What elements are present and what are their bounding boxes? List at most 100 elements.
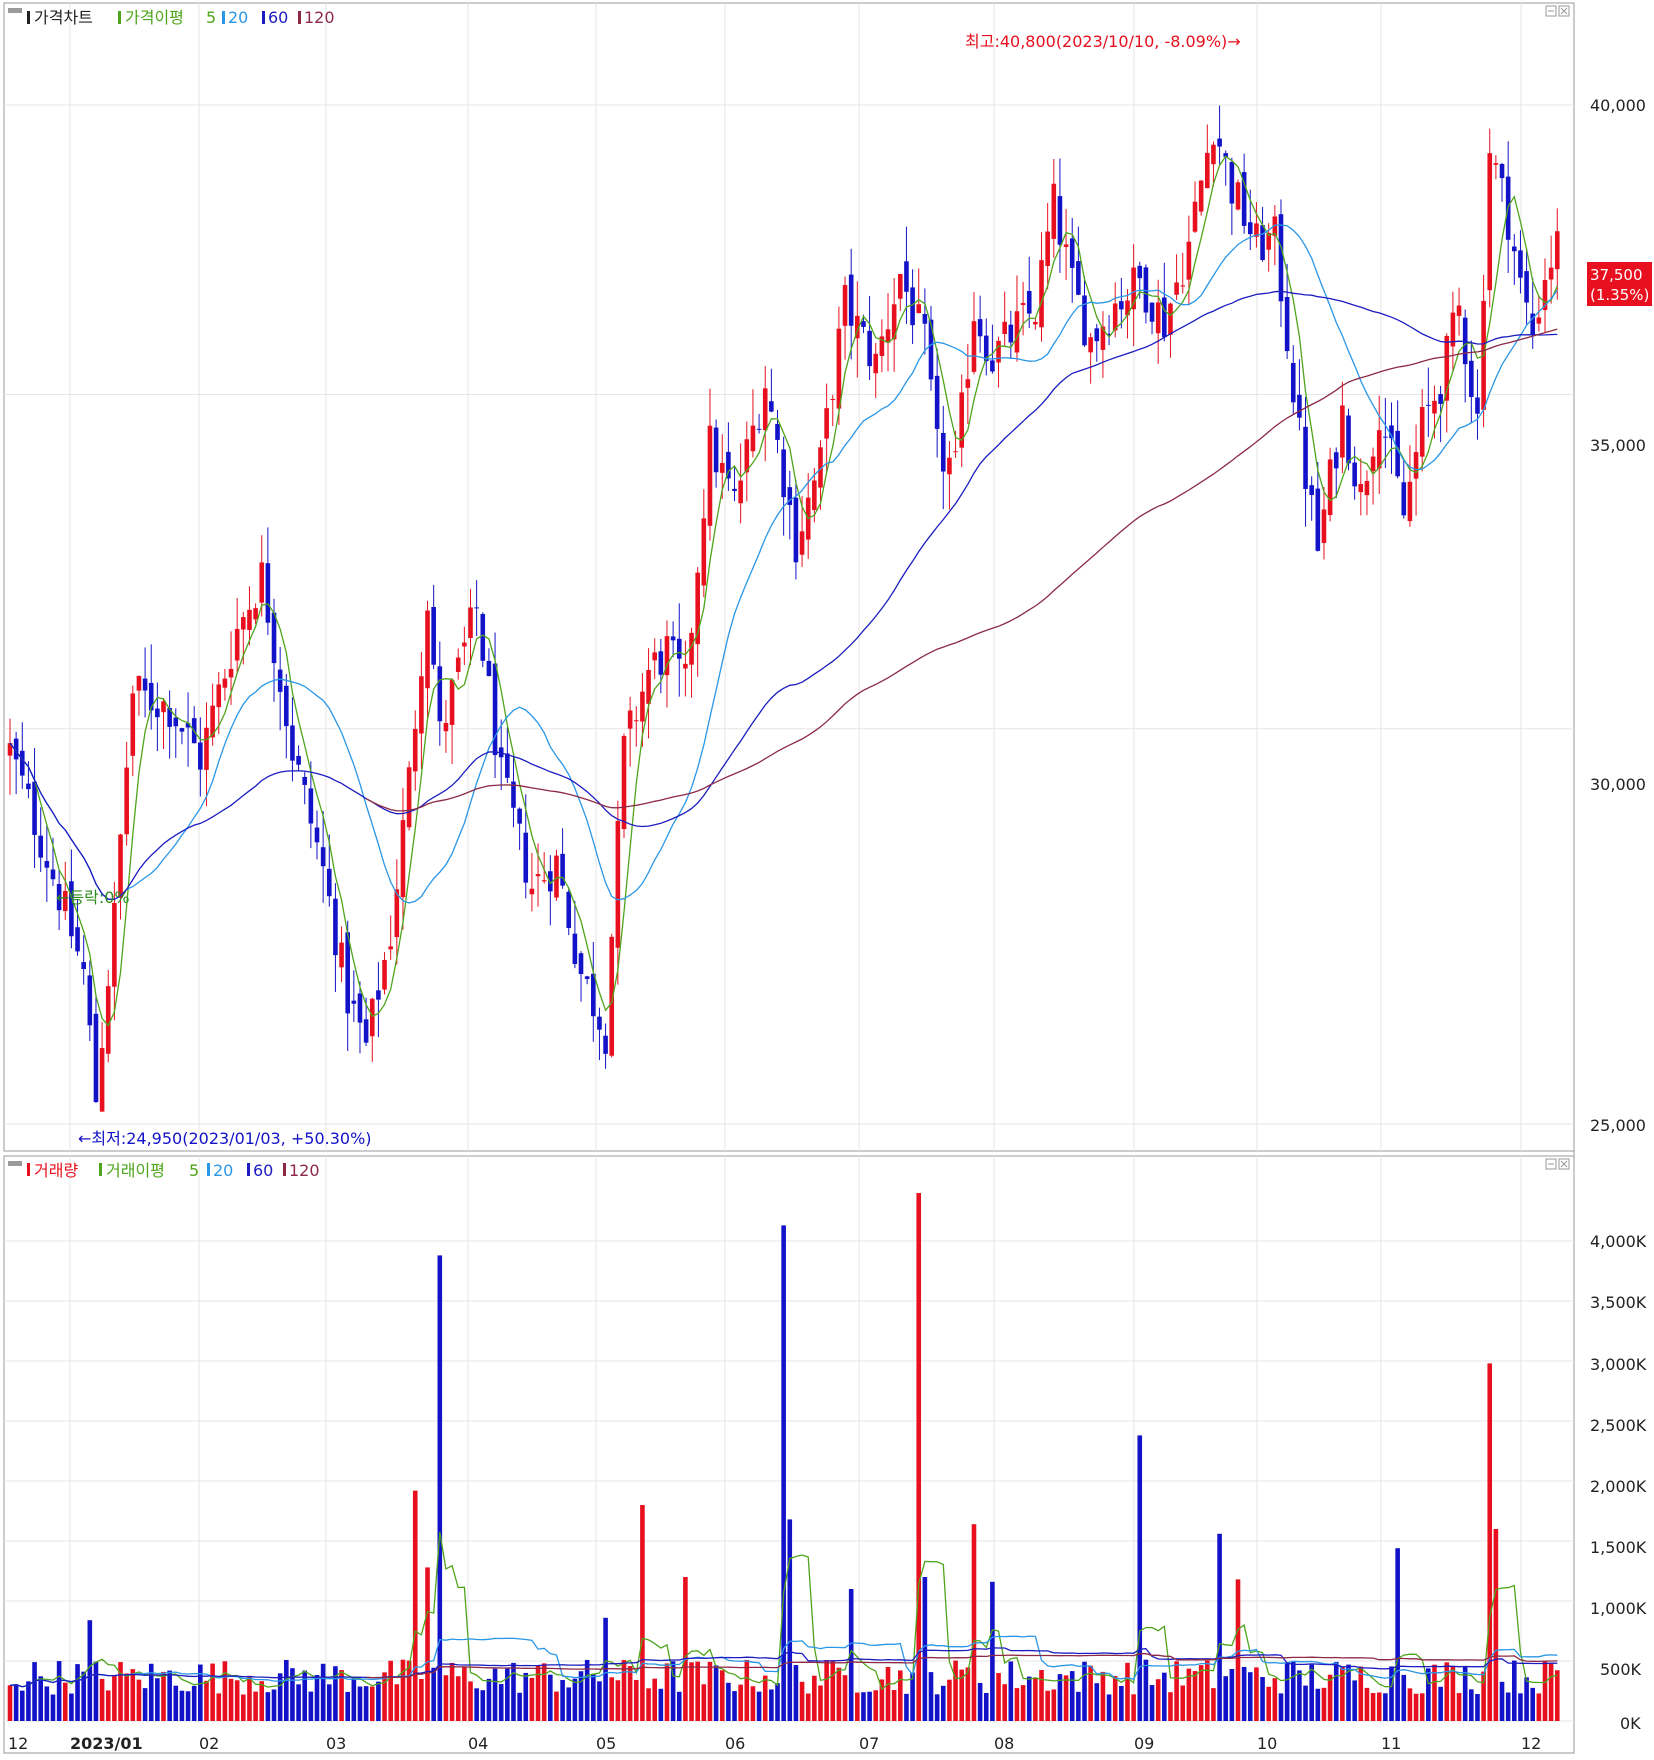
- candle-body: [996, 340, 1001, 363]
- candle-body: [1364, 481, 1370, 496]
- candle-body: [474, 607, 479, 609]
- candle-body: [75, 927, 80, 952]
- volume-bar: [1548, 1663, 1554, 1721]
- y-tick-25000: 25,000: [1590, 1116, 1646, 1135]
- x-label-dec23: 12: [1521, 1734, 1541, 1753]
- volume-bar: [818, 1685, 823, 1721]
- volume-bar: [468, 1681, 473, 1721]
- candle-body: [87, 975, 93, 1026]
- stock-chart[interactable]: 가격차트 가격이평 5 20 60 120 거래량 거래이평 5 20 60 1…: [0, 0, 1654, 1756]
- volume-bar: [419, 1679, 424, 1721]
- candle-body: [198, 742, 203, 770]
- candle-body: [750, 425, 756, 452]
- x-label-jul: 07: [859, 1734, 879, 1753]
- candle-body: [155, 708, 160, 718]
- volume-bar: [167, 1670, 172, 1721]
- candle-body: [1413, 452, 1419, 479]
- volume-bar: [898, 1670, 903, 1721]
- candle-body: [1045, 231, 1050, 266]
- vol-tick-3000k: 3,000K: [1590, 1355, 1647, 1374]
- volume-bar: [719, 1670, 725, 1721]
- volume-bar: [99, 1678, 105, 1721]
- candle-body: [597, 1016, 602, 1030]
- candle-body: [652, 652, 657, 661]
- chart-canvas[interactable]: 가격차트 가격이평 5 20 60 120 거래량 거래이평 5 20 60 1…: [0, 0, 1654, 1756]
- volume-bar: [228, 1678, 234, 1721]
- candle-body: [1247, 222, 1253, 235]
- x-label-aug: 08: [994, 1734, 1014, 1753]
- candle-body: [339, 942, 344, 968]
- volume-bar: [222, 1661, 228, 1721]
- candle-body: [382, 959, 387, 990]
- candle-body: [253, 608, 258, 620]
- volume-bar: [1530, 1687, 1536, 1721]
- candle-body: [830, 398, 836, 401]
- candle-body: [234, 628, 240, 661]
- candle-body: [1082, 295, 1087, 346]
- candle-body: [646, 669, 651, 704]
- volume-bar: [517, 1692, 522, 1721]
- volume-bar: [812, 1675, 817, 1721]
- volume-bar: [1039, 1669, 1044, 1721]
- volume-bar: [271, 1689, 277, 1721]
- vol-tick-0k: 0K: [1620, 1714, 1641, 1733]
- candle-body: [326, 868, 332, 897]
- volume-menu-icon[interactable]: [8, 1161, 22, 1166]
- volume-bar: [431, 1667, 436, 1721]
- volume-bar: [1168, 1692, 1173, 1721]
- candle-body: [769, 401, 774, 412]
- volume-bar: [443, 1675, 449, 1721]
- candle-body: [1290, 363, 1296, 403]
- legend-vma-label: 거래이평: [106, 1161, 165, 1180]
- volume-bar: [591, 1673, 596, 1721]
- panel-menu-icon[interactable]: [8, 8, 22, 13]
- volume-bar: [658, 1688, 664, 1721]
- candle-body: [904, 261, 909, 292]
- volume-bar: [1241, 1666, 1247, 1721]
- volume-bar: [369, 1686, 375, 1721]
- candle-body: [707, 425, 713, 526]
- x-label-nov: 11: [1381, 1734, 1401, 1753]
- candle-body: [1180, 285, 1186, 287]
- volume-bar: [1450, 1666, 1456, 1721]
- candle-body: [247, 609, 252, 630]
- volume-bar: [247, 1675, 252, 1721]
- volume-bar: [1254, 1667, 1259, 1721]
- volume-bar: [345, 1691, 350, 1721]
- volume-bar: [1278, 1693, 1284, 1721]
- candle-body: [1149, 302, 1155, 322]
- candle-body: [732, 488, 737, 492]
- candle-body: [345, 932, 350, 1014]
- candle-body: [922, 314, 928, 324]
- volume-bar: [179, 1690, 185, 1721]
- volume-bar: [1247, 1672, 1253, 1721]
- candle-body: [1524, 271, 1529, 303]
- price-panel-frame: [3, 2, 1575, 1152]
- candle-body: [1315, 488, 1321, 551]
- candle-body: [1346, 415, 1351, 464]
- volume-bar: [124, 1673, 129, 1721]
- volume-bar: [640, 1505, 645, 1721]
- volume-bar: [726, 1682, 731, 1721]
- candle-body: [1014, 311, 1020, 353]
- candle-body: [1407, 481, 1413, 522]
- volume-bar: [32, 1662, 37, 1721]
- candle-body: [284, 685, 289, 727]
- volume-bar: [836, 1667, 842, 1721]
- volume-bar: [1235, 1579, 1241, 1721]
- volume-bar: [1045, 1690, 1050, 1721]
- candle-body: [1162, 297, 1167, 338]
- volume-bar: [363, 1686, 369, 1721]
- volume-bar: [1505, 1692, 1511, 1721]
- candle-body: [480, 614, 486, 661]
- volume-bar: [155, 1678, 160, 1721]
- limit-marker: ←등락:0%: [56, 888, 130, 907]
- candle-body: [406, 767, 412, 828]
- candle-body: [32, 781, 37, 835]
- volume-bar: [1131, 1694, 1136, 1721]
- vol-tick-2000k: 2,000K: [1590, 1477, 1647, 1496]
- volume-bar: [676, 1691, 682, 1721]
- candle-body: [713, 427, 719, 473]
- candle-body: [1057, 196, 1063, 245]
- volume-bar: [1211, 1688, 1216, 1721]
